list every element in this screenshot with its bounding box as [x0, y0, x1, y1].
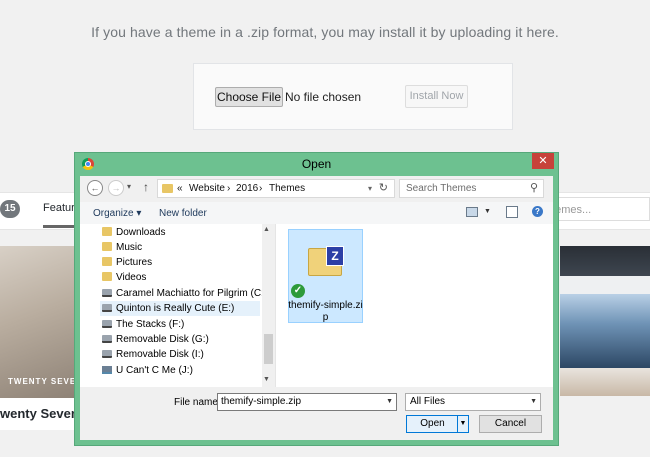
file-name-value: themify-simple.zip: [221, 396, 302, 407]
nav-item-drive-c[interactable]: Caramel Machiatto for Pilgrim (C:): [102, 286, 267, 301]
preview-pane-icon[interactable]: [506, 206, 518, 218]
theme-screenshot-twenty-seventeen[interactable]: [0, 246, 75, 398]
scroll-up-icon[interactable]: ▲: [263, 226, 270, 233]
theme-preview-band: [560, 276, 650, 294]
nav-item-drive-i[interactable]: Removable Disk (I:): [102, 347, 204, 362]
forward-button[interactable]: →: [108, 180, 124, 196]
nav-item-drive-e[interactable]: Quinton is Really Cute (E:): [100, 301, 260, 316]
network-drive-icon: [102, 366, 112, 374]
nav-item-drive-f[interactable]: The Stacks (F:): [102, 317, 184, 332]
videos-folder-icon: [102, 272, 112, 281]
close-button[interactable]: ✕: [532, 153, 554, 169]
help-icon[interactable]: ?: [532, 206, 543, 217]
file-name-input[interactable]: themify-simple.zip ▼: [217, 393, 397, 411]
nav-item-label: Music: [116, 242, 143, 253]
choose-file-button[interactable]: Choose File: [215, 87, 283, 107]
theme-screenshot-right[interactable]: [560, 246, 650, 396]
drive-icon: [102, 289, 112, 297]
breadcrumb-2016[interactable]: 2016: [236, 180, 258, 197]
new-folder-button[interactable]: New folder: [159, 208, 207, 219]
up-arrow-icon[interactable]: ↑: [143, 180, 149, 194]
nav-item-drive-j[interactable]: U Can't C Me (J:): [102, 363, 193, 378]
open-button-label: Open: [420, 418, 445, 429]
nav-item-label: Caramel Machiatto for Pilgrim (C:): [116, 288, 268, 299]
chevron-down-icon[interactable]: ▼: [530, 394, 537, 410]
back-button[interactable]: ←: [87, 180, 103, 196]
pictures-folder-icon: [102, 257, 112, 266]
nav-item-label: Downloads: [116, 227, 166, 238]
file-item-name: themify-simple.zip: [288, 300, 363, 323]
search-placeholder: Search Themes: [406, 183, 477, 194]
install-now-button[interactable]: Install Now: [405, 85, 468, 108]
breadcrumb-overflow[interactable]: «: [177, 180, 183, 197]
drive-icon: [102, 320, 112, 328]
open-options-chevron-down-icon[interactable]: ▼: [457, 416, 468, 432]
refresh-icon[interactable]: ↻: [379, 180, 388, 197]
navigation-pane[interactable]: Downloads Music Pictures Videos Caramel …: [80, 224, 276, 387]
theme-screenshot-caption: TWENTY SEVEN: [8, 377, 83, 386]
removable-disk-icon: [102, 335, 112, 343]
drive-icon: [102, 304, 112, 312]
search-themes-field[interactable]: Search Themes ⚲: [399, 179, 544, 198]
nav-item-pictures[interactable]: Pictures: [102, 255, 152, 270]
theme-preview-footer: [560, 368, 650, 396]
downloads-folder-icon: [102, 227, 112, 236]
change-view-icon[interactable]: [466, 207, 478, 217]
nav-item-label: Removable Disk (I:): [116, 349, 204, 360]
nav-item-label: U Can't C Me (J:): [116, 365, 193, 376]
nav-item-label: Removable Disk (G:): [116, 334, 209, 345]
nav-item-drive-g[interactable]: Removable Disk (G:): [102, 332, 209, 347]
nav-item-videos[interactable]: Videos: [102, 270, 146, 285]
chevron-down-icon[interactable]: ▼: [386, 394, 393, 410]
breadcrumb-separator: ›: [227, 183, 231, 194]
breadcrumb-website[interactable]: Website: [189, 180, 225, 197]
nav-item-label: Pictures: [116, 257, 153, 268]
chevron-down-icon[interactable]: ▾: [368, 180, 372, 197]
breadcrumb-separator: ›: [259, 183, 263, 194]
scrollbar-thumb[interactable]: [264, 334, 273, 364]
cancel-button[interactable]: Cancel: [479, 415, 542, 433]
nav-item-label: Quinton is Really Cute (E:): [116, 303, 235, 314]
nav-item-downloads[interactable]: Downloads: [102, 225, 165, 240]
theme-preview-header: [560, 246, 650, 276]
command-bar: [80, 202, 553, 224]
theme-preview-image: [560, 294, 650, 368]
recent-locations-chevron-down-icon[interactable]: ▾: [127, 182, 131, 191]
compressed-zip-icon: Z: [326, 246, 344, 266]
theme-count-badge: 15: [0, 200, 20, 218]
music-folder-icon: [102, 242, 112, 251]
folder-icon: [162, 184, 173, 193]
removable-disk-icon: [102, 350, 112, 358]
nav-item-label: The Stacks (F:): [116, 319, 185, 330]
breadcrumb-themes[interactable]: Themes: [269, 180, 305, 197]
view-options-chevron-down-icon[interactable]: ▼: [484, 208, 491, 215]
nav-item-music[interactable]: Music: [102, 240, 142, 255]
file-type-select[interactable]: All Files ▼: [405, 393, 541, 411]
open-button[interactable]: Open ▼: [406, 415, 469, 433]
check-icon: ✓: [291, 284, 305, 298]
address-bar[interactable]: « Website › 2016 › Themes ▾ ↻: [157, 179, 395, 198]
scroll-down-icon[interactable]: ▼: [263, 376, 270, 383]
dialog-title: Open: [301, 157, 332, 171]
file-type-value: All Files: [410, 396, 446, 407]
organize-menu[interactable]: Organize ▾: [93, 208, 141, 219]
no-file-chosen-text: No file chosen: [285, 90, 362, 104]
search-icon[interactable]: ⚲: [530, 180, 538, 197]
file-name-label: File name:: [174, 397, 221, 408]
upload-instructions: If you have a theme in a .zip format, yo…: [91, 24, 559, 40]
tab-featured-underline: [43, 225, 75, 228]
nav-item-label: Videos: [116, 272, 147, 283]
